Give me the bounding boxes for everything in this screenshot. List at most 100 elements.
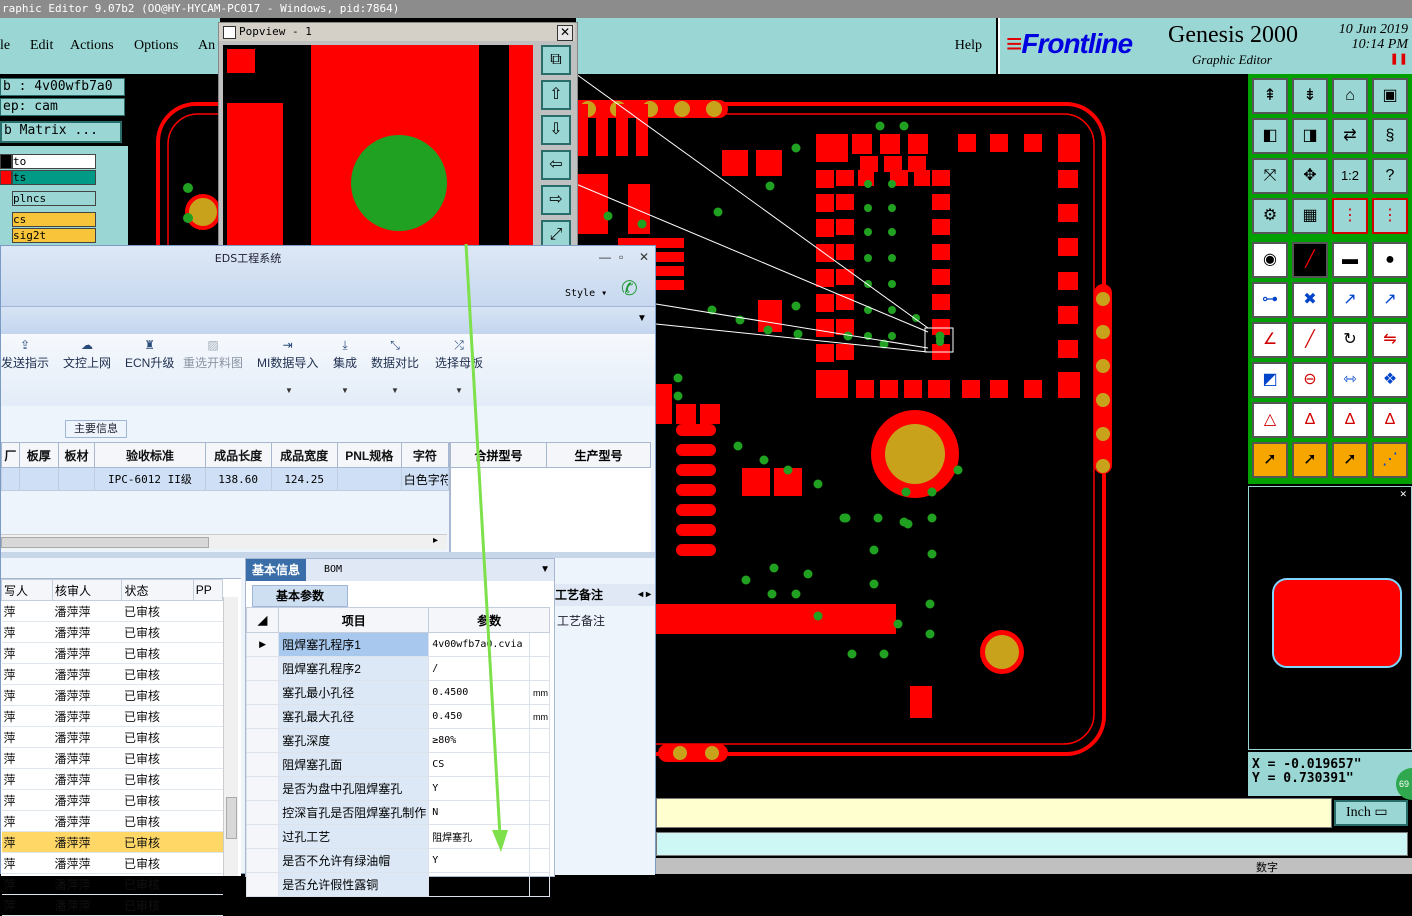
- mi-import-button[interactable]: ⇥ MI数据导入: [257, 338, 318, 371]
- move-icon[interactable]: ↗: [1332, 282, 1368, 318]
- mirror-icon[interactable]: §: [1372, 118, 1408, 154]
- ribbon-expand-icon[interactable]: ▼: [637, 313, 647, 324]
- scrollbar-thumb[interactable]: [1, 537, 209, 548]
- zoom-home-icon[interactable]: ⧉: [541, 45, 571, 75]
- layer-row-ts[interactable]: ts: [12, 170, 96, 185]
- table-row[interactable]: 萍潘萍萍 已审核: [1, 726, 223, 748]
- close-icon[interactable]: ✕: [639, 250, 649, 264]
- tab-basic-params[interactable]: 基本参数: [252, 585, 348, 607]
- settings-icon[interactable]: ⚙: [1252, 198, 1288, 234]
- snap-icon[interactable]: ⋮: [1332, 198, 1368, 234]
- pad-tool-icon[interactable]: ●: [1372, 242, 1408, 278]
- select-pointer-icon[interactable]: ➚: [1252, 442, 1288, 478]
- pan-right-icon[interactable]: ◨: [1292, 118, 1328, 154]
- split-icon[interactable]: ⊖: [1292, 362, 1328, 398]
- pan-left-icon[interactable]: ◧: [1252, 118, 1288, 154]
- snap-alt-icon[interactable]: ⋮: [1372, 198, 1408, 234]
- table-row[interactable]: 萍潘萍萍 已审核: [1, 621, 223, 643]
- select-box-icon[interactable]: ➚: [1292, 442, 1328, 478]
- pause-icon[interactable]: ❚❚: [1312, 52, 1408, 67]
- swap-icon[interactable]: ⇄: [1332, 118, 1368, 154]
- segment-icon[interactable]: ╱: [1292, 322, 1328, 358]
- line-tool-icon[interactable]: ╱: [1292, 242, 1328, 278]
- select-path-icon[interactable]: ⋰: [1372, 442, 1408, 478]
- resize-icon[interactable]: ◩: [1252, 362, 1288, 398]
- page-down-icon[interactable]: ⇟: [1292, 78, 1328, 114]
- fit-icon[interactable]: ⤢: [541, 220, 571, 248]
- popview-canvas[interactable]: [223, 45, 533, 251]
- col-header[interactable]: 厂: [1, 442, 20, 468]
- table-row[interactable]: 萍潘萍萍 已审核: [1, 894, 223, 916]
- menu-actions[interactable]: Actions: [70, 38, 114, 54]
- ecn-upgrade-button[interactable]: ♜ ECN升级: [125, 338, 174, 371]
- tab-bom[interactable]: BOM: [318, 559, 348, 581]
- minimize-icon[interactable]: —: [599, 250, 611, 264]
- angle-icon[interactable]: ∠: [1252, 322, 1288, 358]
- add-feature-icon[interactable]: ◉: [1252, 242, 1288, 278]
- table-row[interactable]: 萍潘萍萍 已审核: [1, 642, 223, 664]
- dropdown-arrow-icon[interactable]: ▼: [341, 386, 349, 395]
- table-row[interactable]: 萍潘萍萍 已审核: [1, 789, 223, 811]
- style-menu[interactable]: Style ▾: [565, 288, 607, 299]
- col-header[interactable]: 板厚: [18, 442, 59, 468]
- tab-dropdown-icon[interactable]: ▼: [540, 564, 550, 575]
- col-header[interactable]: PP: [192, 579, 224, 601]
- layer-row-to[interactable]: to: [12, 154, 96, 169]
- tab-scroll-icon[interactable]: ◂ ▸: [638, 584, 655, 606]
- data-compare-button[interactable]: ⤡ 数据对比: [371, 338, 419, 371]
- col-header[interactable]: 项目: [278, 607, 430, 633]
- overview-map[interactable]: ✕: [1248, 486, 1412, 750]
- table-row[interactable]: 萍潘萍萍 已审核: [1, 705, 223, 727]
- col-header[interactable]: 写人: [0, 579, 54, 601]
- param-value[interactable]: /: [428, 872, 530, 897]
- window-icon[interactable]: ▣: [1372, 78, 1408, 114]
- col-header[interactable]: 板材: [57, 442, 96, 468]
- menu-help[interactable]: Help: [955, 38, 982, 54]
- publish-online-button[interactable]: ☁ 文控上网: [63, 338, 111, 371]
- table-row[interactable]: 萍潘萍萍 已审核: [1, 810, 223, 832]
- table-row[interactable]: 萍潘萍萍 已审核: [1, 768, 223, 790]
- tab-basic-info[interactable]: 基本信息: [246, 559, 307, 581]
- menu-options[interactable]: Options: [134, 38, 178, 54]
- popview-close-button[interactable]: ✕: [557, 25, 573, 41]
- param-row[interactable]: 是否允许假性露铜 /: [245, 872, 551, 897]
- table-row[interactable]: 萍潘萍萍 已审核: [1, 873, 223, 895]
- col-header[interactable]: 核审人: [52, 579, 123, 601]
- col-header[interactable]: 生产型号: [546, 442, 651, 468]
- arc-fill-icon[interactable]: Δ: [1372, 402, 1408, 438]
- layer-row-plncs[interactable]: plncs: [12, 191, 96, 206]
- home-icon[interactable]: ⌂: [1332, 78, 1368, 114]
- menu-edit[interactable]: Edit: [30, 38, 53, 54]
- table-row[interactable]: 萍潘萍萍 已审核: [1, 663, 223, 685]
- job-matrix-button[interactable]: b Matrix ...: [0, 121, 122, 143]
- measure-icon[interactable]: ⇿: [1332, 362, 1368, 398]
- scroll-right-icon[interactable]: ▸: [433, 535, 438, 546]
- layer-row-cs[interactable]: cs: [12, 212, 96, 227]
- table-row[interactable]: IPC-6012 II级 138.60 124.25 白色字符: [1, 467, 450, 491]
- zoom-fit-icon[interactable]: ⤧: [1252, 158, 1288, 194]
- col-header[interactable]: 验收标准: [94, 442, 206, 468]
- zoom-in-icon[interactable]: ✥: [1292, 158, 1328, 194]
- integrate-button[interactable]: ⤓ 集成: [333, 338, 357, 371]
- pan-right-icon[interactable]: ⇨: [541, 185, 571, 215]
- units-button[interactable]: Inch ▭: [1334, 800, 1408, 826]
- select-net-icon[interactable]: ➚: [1332, 442, 1368, 478]
- col-header[interactable]: 成品长度: [204, 442, 272, 468]
- copy-icon[interactable]: ↗: [1372, 282, 1408, 318]
- horizontal-scrollbar[interactable]: ▸: [1, 534, 447, 549]
- send-instruction-button[interactable]: ⇪ 发送指示: [1, 338, 49, 371]
- table-row[interactable]: 萍潘萍萍 已审核: [1, 600, 223, 622]
- page-up-icon[interactable]: ⇞: [1252, 78, 1288, 114]
- col-header[interactable]: PNL规格: [336, 442, 402, 468]
- layer-row-sig2t[interactable]: sig2t: [12, 228, 96, 243]
- command-line-input[interactable]: [656, 832, 1408, 856]
- rotate-icon[interactable]: ↻: [1332, 322, 1368, 358]
- table-row[interactable]: 萍潘萍萍 已审核: [1, 684, 223, 706]
- table-row[interactable]: 萍潘萍萍 已审核: [1, 831, 223, 853]
- reselect-cutting-button[interactable]: ▨ 重选开料图: [183, 338, 243, 371]
- col-header[interactable]: 字符: [400, 442, 450, 468]
- zoom-out-icon[interactable]: ⇩: [541, 115, 571, 145]
- col-header[interactable]: 成品宽度: [270, 442, 338, 468]
- flip-icon[interactable]: ⇋: [1372, 322, 1408, 358]
- col-header[interactable]: 状态: [121, 579, 194, 601]
